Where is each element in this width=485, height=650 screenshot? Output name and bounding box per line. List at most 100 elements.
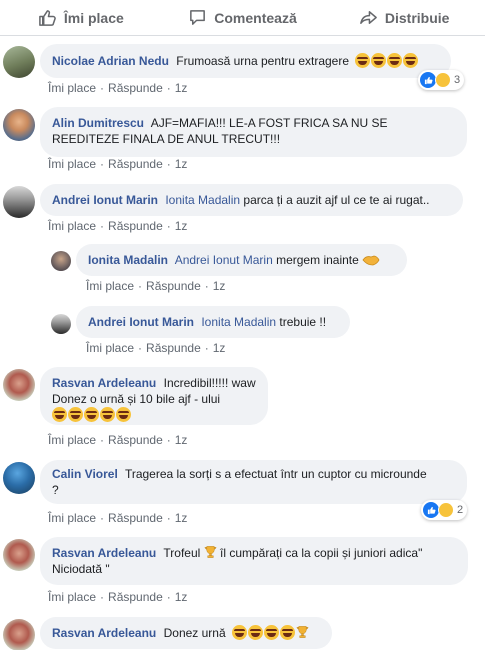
share-arrow-icon — [360, 11, 377, 24]
avatar[interactable] — [3, 462, 35, 494]
like-button[interactable]: Îmi place — [0, 1, 162, 35]
comment-like-link[interactable]: Îmi place — [48, 590, 96, 604]
comment-text: Trofeul — [163, 546, 201, 560]
laughing-emoji-icon — [232, 625, 247, 640]
comment-reply-link[interactable]: Răspunde — [146, 341, 201, 355]
comment-button[interactable]: Comentează — [162, 1, 324, 35]
comment-text: îl cumpărați ca la copii și juniori adic… — [219, 546, 423, 560]
comment-reply-link[interactable]: Răspunde — [108, 219, 163, 233]
comment-author[interactable]: Andrei Ionut Marin — [88, 315, 194, 329]
comment-time[interactable]: 1z — [213, 279, 226, 293]
post-action-bar: Îmi place Comentează Distribuie — [0, 0, 485, 36]
comment-text: Donez o urnă și 10 bile ajf - ului — [52, 392, 221, 406]
like-reaction-icon — [420, 72, 436, 88]
laughing-emoji-icon — [68, 407, 83, 422]
comment-time[interactable]: 1z — [175, 219, 188, 233]
thumbs-up-icon — [39, 10, 56, 26]
comment-text: parca ți a auzit ajf ul ce te ai rugat.. — [243, 193, 430, 207]
reaction-count: 3 — [454, 74, 461, 86]
comment-actions: Îmi place · Răspunde · 1z — [48, 433, 188, 447]
avatar[interactable] — [3, 369, 35, 401]
comment-reply-link[interactable]: Răspunde — [108, 511, 163, 525]
comment-bubble: Rasvan Ardeleanu Donez urnă — [40, 617, 332, 649]
comment-text: trebuie !! — [279, 315, 327, 329]
comment-like-link[interactable]: Îmi place — [86, 279, 134, 293]
haha-reaction-icon — [435, 72, 451, 88]
laughing-emoji-icon — [403, 53, 419, 68]
comment-actions: Îmi place · Răspunde · 1z — [48, 219, 188, 233]
avatar[interactable] — [3, 619, 35, 650]
comment-author[interactable]: Rasvan Ardeleanu — [52, 626, 156, 640]
comment-author[interactable]: Andrei Ionut Marin — [52, 193, 158, 207]
emoji-row — [232, 625, 309, 640]
like-reaction-icon — [423, 502, 439, 518]
comment-actions: Îmi place · Răspunde · 1z — [48, 590, 188, 604]
comment-time[interactable]: 1z — [175, 81, 188, 95]
comment-like-link[interactable]: Îmi place — [48, 219, 96, 233]
comment-reply-link[interactable]: Răspunde — [108, 590, 163, 604]
share-button[interactable]: Distribuie — [323, 1, 485, 35]
reaction-summary[interactable]: 3 — [418, 70, 465, 90]
comment-time[interactable]: 1z — [213, 341, 226, 355]
comment-time[interactable]: 1z — [175, 433, 188, 447]
comment-text: mergem inainte — [276, 253, 359, 267]
haha-reaction-icon — [438, 502, 454, 518]
comment-mention[interactable]: Andrei Ionut Marin — [175, 253, 273, 267]
laughing-emoji-icon — [355, 53, 371, 68]
comment-author[interactable]: Nicolae Adrian Nedu — [52, 54, 169, 68]
comment-actions: Îmi place · Răspunde · 1z — [86, 341, 226, 355]
comment-like-link[interactable]: Îmi place — [48, 511, 96, 525]
emoji-row — [355, 53, 419, 68]
comment-text: Niciodată " — [52, 562, 110, 576]
comment-time[interactable]: 1z — [175, 511, 188, 525]
laughing-emoji-icon — [387, 53, 403, 68]
comment-like-link[interactable]: Îmi place — [48, 157, 96, 171]
comment-actions: Îmi place · Răspunde · 1z — [86, 279, 226, 293]
comment-reply-link[interactable]: Răspunde — [146, 279, 201, 293]
comment-text: Incredibil!!!!! waw — [163, 376, 256, 390]
avatar[interactable] — [51, 251, 71, 271]
comment-text: Donez urnă — [163, 626, 226, 640]
comment-text: ? — [52, 483, 59, 497]
comment-time[interactable]: 1z — [175, 157, 188, 171]
avatar[interactable] — [3, 109, 35, 141]
comment-actions: Îmi place · Răspunde · 1z — [48, 511, 188, 525]
comment-bubble: Rasvan Ardeleanu Trofeul îl cumpărați ca… — [40, 537, 468, 585]
comment-bubble: Andrei Ionut Marin Ionita Madalin trebui… — [76, 306, 350, 338]
avatar[interactable] — [3, 186, 35, 218]
speech-bubble-icon — [190, 10, 206, 25]
comment-like-link[interactable]: Îmi place — [48, 433, 96, 447]
emoji-row — [52, 407, 256, 423]
laughing-emoji-icon — [52, 407, 67, 422]
laughing-emoji-icon — [264, 625, 279, 640]
comment-time[interactable]: 1z — [175, 590, 188, 604]
comment-bubble: Nicolae Adrian Nedu Frumoasă urna pentru… — [40, 44, 451, 78]
comment-author[interactable]: Rasvan Ardeleanu — [52, 376, 156, 390]
comment-author[interactable]: Alin Dumitrescu — [52, 116, 144, 130]
comment-mention[interactable]: Ionita Madalin — [165, 193, 240, 207]
trophy-emoji-icon — [204, 546, 216, 558]
comment-bubble: Calin Viorel Tragerea la sorți s a efect… — [40, 460, 467, 504]
comment-reply-link[interactable]: Răspunde — [108, 157, 163, 171]
comment-author[interactable]: Ionita Madalin — [88, 253, 168, 267]
comment-author[interactable]: Rasvan Ardeleanu — [52, 546, 156, 560]
laughing-emoji-icon — [248, 625, 263, 640]
avatar[interactable] — [3, 539, 35, 571]
comment-like-link[interactable]: Îmi place — [86, 341, 134, 355]
comment-like-link[interactable]: Îmi place — [48, 81, 96, 95]
reaction-summary[interactable]: 2 — [421, 500, 468, 520]
like-button-label: Îmi place — [63, 9, 124, 26]
avatar[interactable] — [3, 46, 35, 78]
comment-author[interactable]: Calin Viorel — [52, 467, 118, 481]
avatar[interactable] — [51, 314, 71, 334]
comment-bubble: Ionita Madalin Andrei Ionut Marin mergem… — [76, 244, 407, 276]
comment-text: Tragerea la sorți s a efectuat într un c… — [124, 467, 427, 481]
comment-reply-link[interactable]: Răspunde — [108, 433, 163, 447]
comment-button-label: Comentează — [214, 9, 297, 26]
comment-bubble: Rasvan Ardeleanu Incredibil!!!!! waw Don… — [40, 367, 268, 425]
comment-reply-link[interactable]: Răspunde — [108, 81, 163, 95]
comment-mention[interactable]: Ionita Madalin — [201, 315, 276, 329]
comment-actions: Îmi place · Răspunde · 1z — [48, 157, 188, 171]
handshake-emoji-icon — [362, 255, 380, 266]
comment-actions: Îmi place · Răspunde · 1z — [48, 81, 188, 95]
